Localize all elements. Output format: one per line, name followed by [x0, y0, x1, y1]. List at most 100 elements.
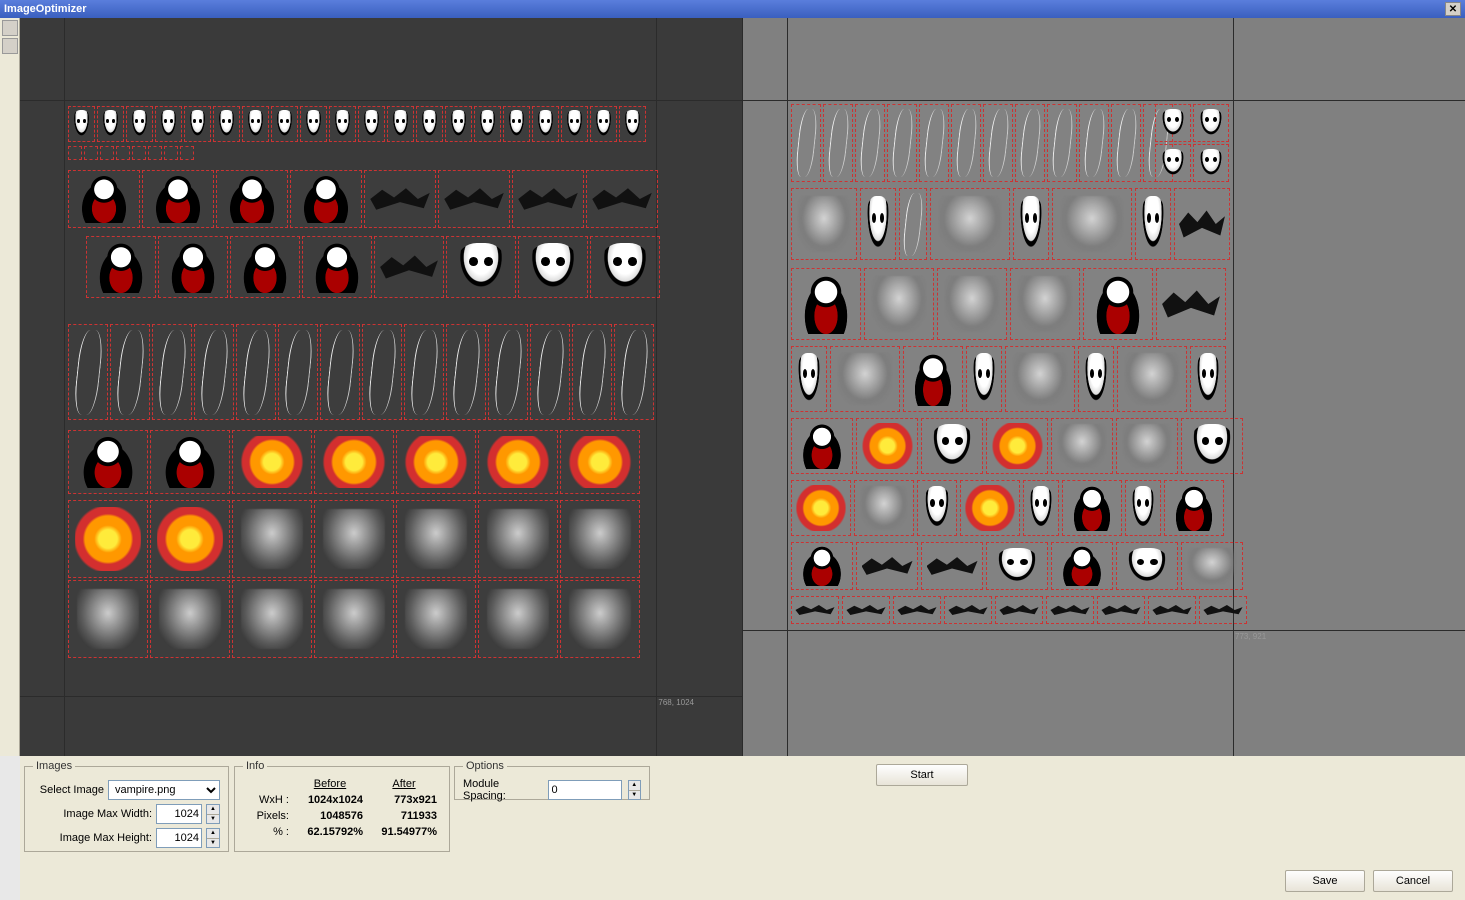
sprite-cell[interactable] [387, 106, 414, 142]
sprite-cell[interactable] [216, 170, 288, 228]
sprite-cell[interactable] [271, 106, 298, 142]
sprite-cell[interactable] [1062, 480, 1122, 536]
sprite-cell[interactable] [791, 268, 861, 340]
sprite-cell[interactable] [314, 500, 394, 578]
sprite-cell[interactable] [446, 236, 516, 298]
sprite-cell[interactable] [180, 146, 194, 160]
canvas-before[interactable]: 768, 1024 [20, 18, 743, 756]
sprite-cell[interactable] [893, 596, 941, 624]
sprite-cell[interactable] [213, 106, 240, 142]
sprite-cell[interactable] [864, 268, 934, 340]
sprite-cell[interactable] [1155, 104, 1191, 142]
sprite-cell[interactable] [791, 596, 839, 624]
sprite-cell[interactable] [503, 106, 530, 142]
sprite-cell[interactable] [302, 236, 372, 298]
canvas-after[interactable]: 773, 921 [743, 18, 1465, 756]
select-image-dropdown[interactable]: vampire.png [108, 780, 220, 800]
sprite-cell[interactable] [488, 324, 528, 420]
sprite-cell[interactable] [97, 106, 124, 142]
sprite-cell[interactable] [194, 324, 234, 420]
sprite-cell[interactable] [966, 346, 1002, 412]
sprite-cell[interactable] [854, 480, 914, 536]
sprite-cell[interactable] [1148, 596, 1196, 624]
sprite-cell[interactable] [148, 146, 162, 160]
sprite-cell[interactable] [242, 106, 269, 142]
sprite-cell[interactable] [236, 324, 276, 420]
sprite-cell[interactable] [68, 146, 82, 160]
sprite-cell[interactable] [68, 580, 148, 658]
sprite-cell[interactable] [1135, 188, 1171, 260]
sprite-cell[interactable] [590, 106, 617, 142]
sprite-cell[interactable] [983, 104, 1013, 182]
sprite-cell[interactable] [619, 106, 646, 142]
sprite-cell[interactable] [560, 580, 640, 658]
sprite-cell[interactable] [1046, 596, 1094, 624]
sprite-cell[interactable] [856, 418, 918, 474]
sprite-cell[interactable] [986, 542, 1048, 590]
sprite-cell[interactable] [314, 430, 394, 494]
sprite-cell[interactable] [116, 146, 130, 160]
sprite-cell[interactable] [1116, 542, 1178, 590]
save-button[interactable]: Save [1285, 870, 1365, 892]
sprite-cell[interactable] [590, 236, 660, 298]
sprite-cell[interactable] [314, 580, 394, 658]
sprite-cell[interactable] [791, 104, 821, 182]
max-width-spinner[interactable]: ▲▼ [206, 804, 220, 824]
sprite-cell[interactable] [855, 104, 885, 182]
sprite-cell[interactable] [142, 170, 214, 228]
sprite-cell[interactable] [478, 430, 558, 494]
sprite-cell[interactable] [396, 580, 476, 658]
sprite-cell[interactable] [791, 542, 853, 590]
sprite-cell[interactable] [1116, 418, 1178, 474]
sprite-cell[interactable] [155, 106, 182, 142]
sprite-cell[interactable] [150, 500, 230, 578]
sprite-cell[interactable] [530, 324, 570, 420]
sprite-cell[interactable] [1078, 346, 1114, 412]
sprite-cell[interactable] [158, 236, 228, 298]
sprite-cell[interactable] [84, 146, 98, 160]
sprite-cell[interactable] [823, 104, 853, 182]
sprite-cell[interactable] [791, 346, 827, 412]
sprite-cell[interactable] [791, 418, 853, 474]
sprite-cell[interactable] [532, 106, 559, 142]
sprite-cell[interactable] [320, 324, 360, 420]
sprite-cell[interactable] [791, 480, 851, 536]
sprite-cell[interactable] [362, 324, 402, 420]
sprite-cell[interactable] [396, 430, 476, 494]
sprite-cell[interactable] [614, 324, 654, 420]
sprite-cell[interactable] [791, 188, 857, 260]
sprite-cell[interactable] [478, 500, 558, 578]
sprite-cell[interactable] [960, 480, 1020, 536]
sprite-cell[interactable] [404, 324, 444, 420]
sprite-cell[interactable] [899, 188, 927, 260]
sprite-cell[interactable] [1181, 418, 1243, 474]
close-icon[interactable]: ✕ [1445, 2, 1461, 16]
sprite-cell[interactable] [1051, 418, 1113, 474]
module-spacing-spinner[interactable]: ▲▼ [628, 780, 642, 800]
sprite-cell[interactable] [937, 268, 1007, 340]
sprite-cell[interactable] [856, 542, 918, 590]
sprite-cell[interactable] [1174, 188, 1230, 260]
sprite-cell[interactable] [1125, 480, 1161, 536]
sprite-cell[interactable] [438, 170, 510, 228]
sprite-cell[interactable] [1190, 346, 1226, 412]
sprite-cell[interactable] [364, 170, 436, 228]
sprite-cell[interactable] [919, 104, 949, 182]
max-height-spinner[interactable]: ▲▼ [206, 828, 220, 848]
max-width-input[interactable] [156, 804, 202, 824]
sprite-cell[interactable] [561, 106, 588, 142]
sprite-cell[interactable] [278, 324, 318, 420]
sprite-cell[interactable] [560, 430, 640, 494]
sprite-cell[interactable] [830, 346, 900, 412]
sprite-cell[interactable] [68, 324, 108, 420]
sprite-cell[interactable] [68, 430, 148, 494]
sprite-cell[interactable] [150, 430, 230, 494]
sprite-cell[interactable] [474, 106, 501, 142]
sprite-cell[interactable] [290, 170, 362, 228]
sprite-cell[interactable] [930, 188, 1010, 260]
sprite-cell[interactable] [100, 146, 114, 160]
sprite-cell[interactable] [152, 324, 192, 420]
sprite-cell[interactable] [329, 106, 356, 142]
sprite-cell[interactable] [126, 106, 153, 142]
sprite-cell[interactable] [995, 596, 1043, 624]
